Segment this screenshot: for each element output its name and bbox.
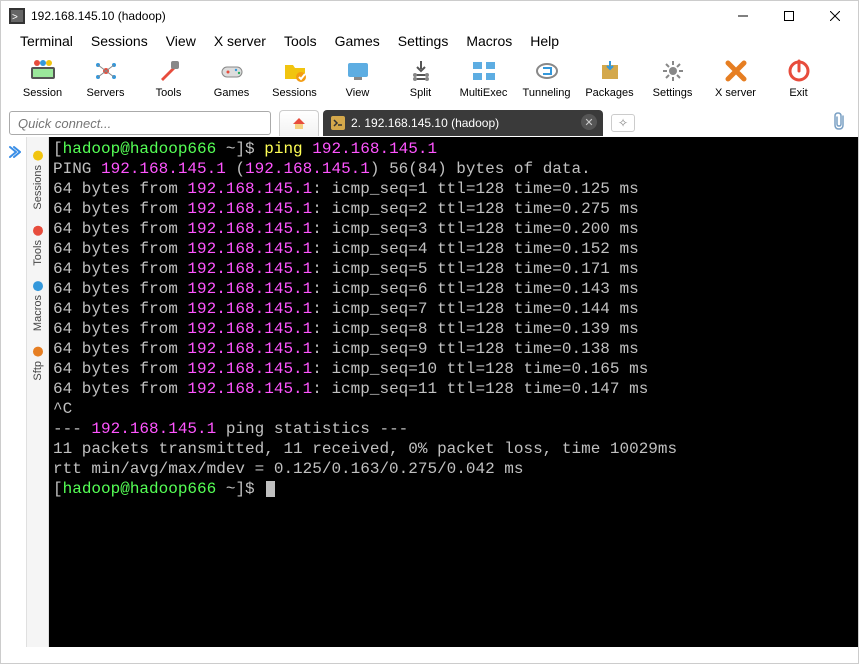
side-tabs: SessionsToolsMacrosSftp [27,137,49,647]
terminal-icon [331,116,345,130]
toolbar-label: Settings [653,87,693,99]
menu-macros[interactable]: Macros [457,31,521,51]
split-icon [407,57,435,85]
view-icon [344,57,372,85]
close-button[interactable] [812,1,858,31]
toolbar-x-server-button[interactable]: X server [704,55,767,99]
active-tab[interactable]: 2. 192.168.145.10 (hadoop) ✕ [323,110,603,136]
multiexec-icon [470,57,498,85]
sidetab-tools[interactable]: Tools [30,218,46,274]
toolbar-label: Games [214,87,249,99]
folder-icon [281,57,309,85]
sidetab-icon [33,151,43,161]
quick-connect-input[interactable] [10,112,270,134]
menu-settings[interactable]: Settings [389,31,458,51]
sidetab-icon [33,347,43,357]
sidetab-macros[interactable]: Macros [30,273,46,339]
toolbar-label: Split [410,87,431,99]
home-icon [291,116,307,132]
tab-label: 2. 192.168.145.10 (hadoop) [351,116,499,130]
maximize-button[interactable] [766,1,812,31]
toolbar-label: Sessions [272,87,317,99]
servers-icon [92,57,120,85]
toolbar-label: X server [715,87,756,99]
settings-icon [659,57,687,85]
toolbar-label: View [346,87,370,99]
quick-connect-box[interactable] [9,111,271,135]
toolbar-label: Tools [156,87,182,99]
tab-close-button[interactable]: ✕ [581,114,597,130]
menu-view[interactable]: View [157,31,205,51]
toolbar-split-button[interactable]: Split [389,55,452,99]
toolbar-label: MultiExec [460,87,508,99]
menu-x-server[interactable]: X server [205,31,275,51]
tab-row: 2. 192.168.145.10 (hadoop) ✕ ✧ [1,109,858,137]
toolbar-session-button[interactable]: Session [11,55,74,99]
menu-sessions[interactable]: Sessions [82,31,157,51]
toolbar-label: Session [23,87,62,99]
toolbar-tunneling-button[interactable]: Tunneling [515,55,578,99]
toolbar-servers-button[interactable]: Servers [74,55,137,99]
sidetab-sftp[interactable]: Sftp [30,339,46,389]
toolbar-view-button[interactable]: View [326,55,389,99]
minimize-button[interactable] [720,1,766,31]
toolbar-tools-button[interactable]: Tools [137,55,200,99]
xserver-icon [722,57,750,85]
menu-tools[interactable]: Tools [275,31,326,51]
sidetab-icon [33,281,43,291]
window-title: 192.168.145.10 (hadoop) [31,9,166,23]
toolbar-sessions-button[interactable]: Sessions [263,55,326,99]
menubar: TerminalSessionsViewX serverToolsGamesSe… [1,31,858,53]
tunneling-icon [533,57,561,85]
chevron-right-icon [7,145,21,159]
paperclip-icon[interactable] [830,111,848,136]
toolbar-packages-button[interactable]: Packages [578,55,641,99]
toolbar-label: Servers [87,87,125,99]
app-icon: > [9,8,25,24]
toolbar: Session Servers Tools Games Sessions View Spli… [1,53,858,109]
new-tab-button[interactable]: ✧ [611,114,635,132]
sidetab-icon [33,226,43,236]
session-icon [29,57,57,85]
terminal-output[interactable]: [hadoop@hadoop666 ~]$ ping 192.168.145.1… [49,137,858,647]
toolbar-label: Exit [789,87,807,99]
sidetab-sessions[interactable]: Sessions [30,143,46,218]
menu-help[interactable]: Help [521,31,568,51]
toolbar-multiexec-button[interactable]: MultiExec [452,55,515,99]
sidebar-collapse-button[interactable] [1,137,27,647]
toolbar-exit-button[interactable]: Exit [767,55,830,99]
games-icon [218,57,246,85]
toolbar-label: Tunneling [523,87,571,99]
svg-text:>: > [12,12,18,23]
packages-icon [596,57,624,85]
toolbar-games-button[interactable]: Games [200,55,263,99]
titlebar: > 192.168.145.10 (hadoop) [1,1,858,31]
exit-icon [785,57,813,85]
toolbar-label: Packages [585,87,633,99]
menu-games[interactable]: Games [326,31,389,51]
tools-icon [155,57,183,85]
toolbar-settings-button[interactable]: Settings [641,55,704,99]
menu-terminal[interactable]: Terminal [11,31,82,51]
terminal-cursor [266,481,275,497]
home-tab[interactable] [279,110,319,136]
